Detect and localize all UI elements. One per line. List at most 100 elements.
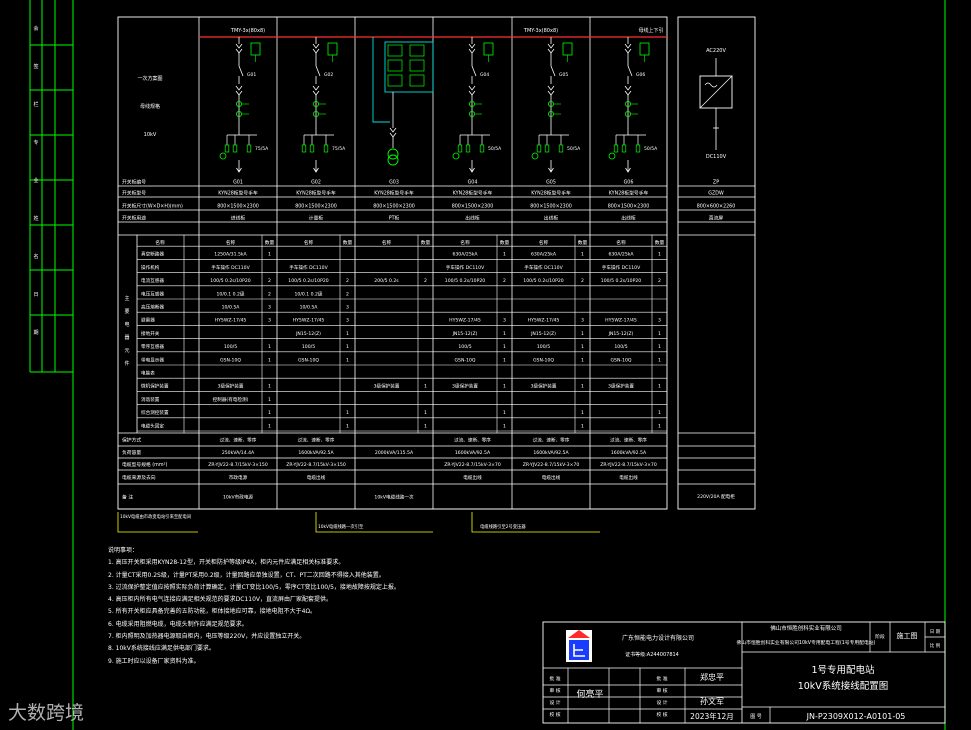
bottom-cell: 1600kVA/92.5A: [298, 450, 334, 456]
feeder-unit: G02 75/5A: [301, 37, 346, 173]
equip-qty: 1: [346, 331, 349, 337]
signoff-label: 名: [33, 253, 38, 260]
equip-cell: 100/5: [458, 344, 471, 350]
zero-sequence-ct-icon: [452, 152, 460, 160]
feeder-unit: G04 50/5A: [452, 37, 502, 173]
equip-cell: 100/5: [614, 344, 627, 350]
equip-row-label: 带电显示器: [141, 356, 164, 363]
equip-qty: 3: [503, 318, 506, 324]
equip-row-label: 电流互感器: [141, 277, 164, 284]
equip-row-label: 零序互感器: [141, 343, 164, 350]
arrester-icon: [224, 144, 230, 153]
cabinet-model: KYN28柜型号手车: [609, 190, 649, 197]
equip-cell: 3级保护装置: [374, 383, 400, 390]
header-row-label: 开关柜编号: [122, 179, 146, 186]
project-name: 佛山市恒胜创科实业有限公司10kV专用配电工程(1号专用配电站): [737, 639, 876, 646]
equip-qty: 1: [346, 410, 349, 416]
breaker-tag: G06: [636, 72, 645, 78]
tb-role-label: 审 核: [549, 687, 560, 694]
equip-cell: 10/0.5A: [300, 305, 319, 311]
table-outline: [117, 16, 668, 510]
equip-qty: 1: [503, 410, 506, 416]
drawing-number: JN-P2309X012-A0101-05: [806, 712, 906, 721]
pt-relay-icon: [387, 44, 403, 57]
pt-link-line: [372, 37, 390, 123]
header-row-label: 开关柜尺寸(W×D×H)(mm): [122, 203, 183, 210]
equip-qty: 1: [424, 384, 427, 390]
ac-label: AC220V: [706, 48, 726, 54]
equip-header-qty: 数量: [421, 239, 431, 246]
plug-contact-icon: [547, 85, 555, 96]
equip-cell: GSN-10Q: [220, 357, 241, 363]
cabinet-dims: 800×1500×2300: [608, 204, 650, 210]
indicator-box-icon: [327, 42, 338, 56]
equip-qty: 2: [658, 278, 661, 284]
header-row-label: 开关柜型号: [122, 190, 146, 197]
dc-panel-note: 220V/20A 配电柜: [697, 493, 735, 500]
plug-contact-icon: [468, 43, 476, 54]
plug-contact-icon: [624, 43, 632, 54]
equip-qty: 1: [503, 423, 506, 429]
busbar-label: TMY-3x(80x8): [523, 28, 558, 34]
equip-cell: 手车操作 DC110V: [446, 264, 485, 271]
equip-qty: 1: [424, 423, 427, 429]
breaker-icon: [238, 65, 244, 84]
signoff-label: 业: [33, 177, 38, 184]
bottom-row-label: 电缆来源及去向: [122, 474, 156, 481]
rectifier-diagonal: [699, 75, 733, 109]
cabinet-no: G02: [311, 180, 321, 186]
equip-cell: 100/5: [537, 344, 550, 350]
cabinet-dims: 800×1500×2300: [217, 204, 259, 210]
equip-header-name: 名称: [155, 239, 165, 246]
arrester-icon: [232, 144, 238, 153]
equip-qty: 2: [346, 291, 349, 297]
pt-relay-icon: [409, 59, 425, 72]
plug-contact-icon: [624, 85, 632, 96]
equip-cell: 100/5: [224, 344, 237, 350]
bottom-cell: 10kV市政电源: [223, 494, 253, 501]
equip-qty: 3: [658, 318, 661, 324]
bottom-cell: 过流、速断、零序: [454, 437, 491, 444]
dc-panel-outline: [677, 16, 756, 510]
signoff-label: 姓: [33, 215, 38, 222]
equip-cell: 手车操作 DC110V: [211, 264, 250, 271]
plug-contact-icon: [312, 85, 320, 96]
equip-cell: JN15-12(Z): [295, 331, 321, 337]
bottom-cell: 250kVA/14.4A: [222, 450, 255, 456]
dc-panel-no: ZP: [713, 180, 719, 186]
bottom-cell: ZR-YJV22-8.7/15kV-3×70: [523, 462, 580, 468]
signoff-label: 日: [33, 292, 38, 298]
arrester-icon: [621, 144, 627, 153]
arrester-icon: [536, 144, 542, 153]
voltage-transformer-icon: [387, 148, 399, 160]
cabinet-no: G03: [389, 180, 399, 186]
cabinet-no: G05: [546, 180, 556, 186]
arrester-icon: [465, 144, 471, 153]
dc-label: DC110V: [706, 154, 727, 160]
bottom-cell: ZR-YJV22-8.7/15kV-3×150: [208, 462, 268, 468]
equip-cell: GSN-10Q: [533, 357, 554, 363]
design-notes: 说明事项： 1. 高压开关柜采用KYN28-12型，开关柜防护等级IP4X，柜内元…: [108, 545, 538, 668]
dc-panel-model: GZDW: [708, 191, 724, 197]
plug-contact-icon: [468, 85, 476, 96]
equip-header-qty: 数量: [578, 239, 588, 246]
cabinet-dims: 800×1500×2300: [530, 204, 572, 210]
dc-panel-section: AC220V DC110V ZP GZDW 800×600×2260 直流屏 220V/20…: [677, 16, 756, 510]
cabinet-no: G06: [624, 180, 634, 186]
drawing-title: 10kV系统接线配置图: [798, 680, 889, 692]
equip-qty: 3: [581, 318, 584, 324]
equip-row-label: 真空断路器: [141, 251, 164, 258]
cabinet-use: 出线柜: [621, 215, 636, 222]
equip-cell: 10/0.1 0.2级: [216, 290, 244, 297]
cabinet-no: G01: [233, 180, 243, 186]
arrester-icon: [635, 144, 641, 153]
equip-row-label: 高压熔断器: [141, 304, 164, 311]
watermark-text: 大数跨境: [8, 702, 85, 724]
arrester-icon: [301, 144, 307, 153]
cabinet-use: 计量柜: [309, 215, 324, 222]
cabinet-model: KYN28柜型号手车: [531, 190, 571, 197]
equip-qty: 2: [268, 278, 271, 284]
cable-down-icon: [625, 160, 631, 173]
equip-header-qty: 数量: [655, 239, 665, 246]
tb-role-label: 批 准: [549, 675, 560, 682]
